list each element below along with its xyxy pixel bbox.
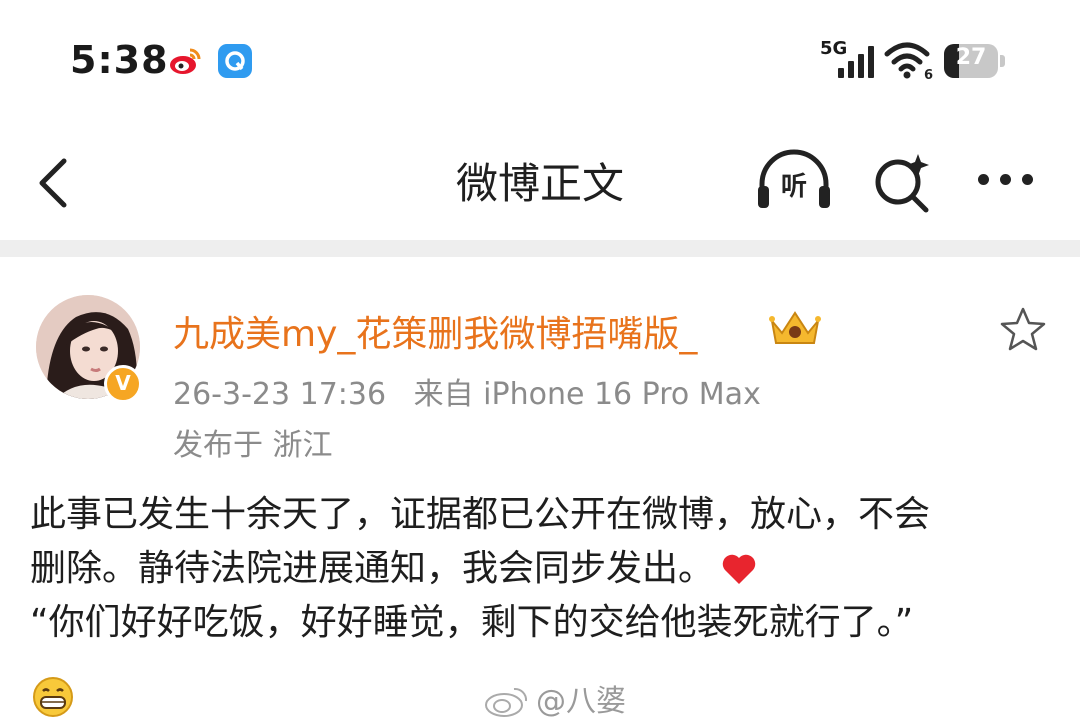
search-sparkle-icon[interactable] bbox=[870, 150, 936, 216]
author-name[interactable]: 九成美my_花策删我微博捂嘴版_ bbox=[173, 305, 697, 357]
wifi-badge: 6 bbox=[924, 68, 933, 80]
heart-emoji-icon bbox=[722, 554, 756, 584]
weibo-watermark-logo-icon bbox=[485, 687, 528, 717]
post-text-line: “你们好好吃饭，好好睡觉，剩下的交给他装死就行了。” bbox=[30, 602, 914, 643]
favorite-star-icon[interactable] bbox=[998, 305, 1048, 355]
post-source: 来自 iPhone 16 Pro Max bbox=[413, 377, 761, 412]
section-divider bbox=[0, 240, 1080, 257]
app-notification-icon bbox=[218, 44, 252, 78]
nav-bar: 微博正文 听 bbox=[0, 120, 1080, 240]
post-content: 此事已发生十余天了，证据都已公开在微博，放心，不会 删除。静待法院进展通知，我会… bbox=[30, 488, 1060, 650]
post-text-line: 删除。静待法院进展通知，我会同步发出。 bbox=[30, 542, 1060, 596]
post-text-line: 此事已发生十余天了，证据都已公开在微博，放心，不会 bbox=[30, 494, 931, 535]
back-arrow-icon[interactable] bbox=[30, 155, 80, 211]
page-title: 微博正文 bbox=[455, 159, 624, 208]
post-date: 26-3-23 17:36 bbox=[173, 377, 387, 412]
listen-label: 听 bbox=[780, 172, 807, 202]
battery-level: 27 bbox=[955, 45, 987, 70]
battery-icon: 27 bbox=[944, 44, 1006, 78]
watermark-text: @八婆 bbox=[536, 684, 626, 719]
status-bar: 5:38 5G 6 27 bbox=[0, 0, 1080, 120]
status-time: 5:38 bbox=[70, 38, 169, 82]
post-header: V 九成美my_花策删我微博捂嘴版_ 26-3-23 17:36 来自 iPho… bbox=[0, 257, 1080, 467]
watermark: @八婆 bbox=[484, 676, 626, 720]
weibo-app-icon bbox=[170, 48, 201, 74]
more-dots-icon[interactable] bbox=[970, 160, 1040, 200]
post-location: 发布于 浙江 bbox=[173, 428, 333, 463]
crown-badge-icon[interactable] bbox=[768, 307, 822, 347]
listen-button[interactable]: 听 bbox=[756, 148, 832, 212]
grin-emoji-icon bbox=[33, 677, 73, 717]
cellular-signal-icon bbox=[838, 46, 874, 78]
post-meta: 26-3-23 17:36 来自 iPhone 16 Pro Max bbox=[173, 369, 779, 413]
verified-badge: V bbox=[104, 365, 142, 403]
wifi-icon: 6 bbox=[884, 42, 933, 80]
